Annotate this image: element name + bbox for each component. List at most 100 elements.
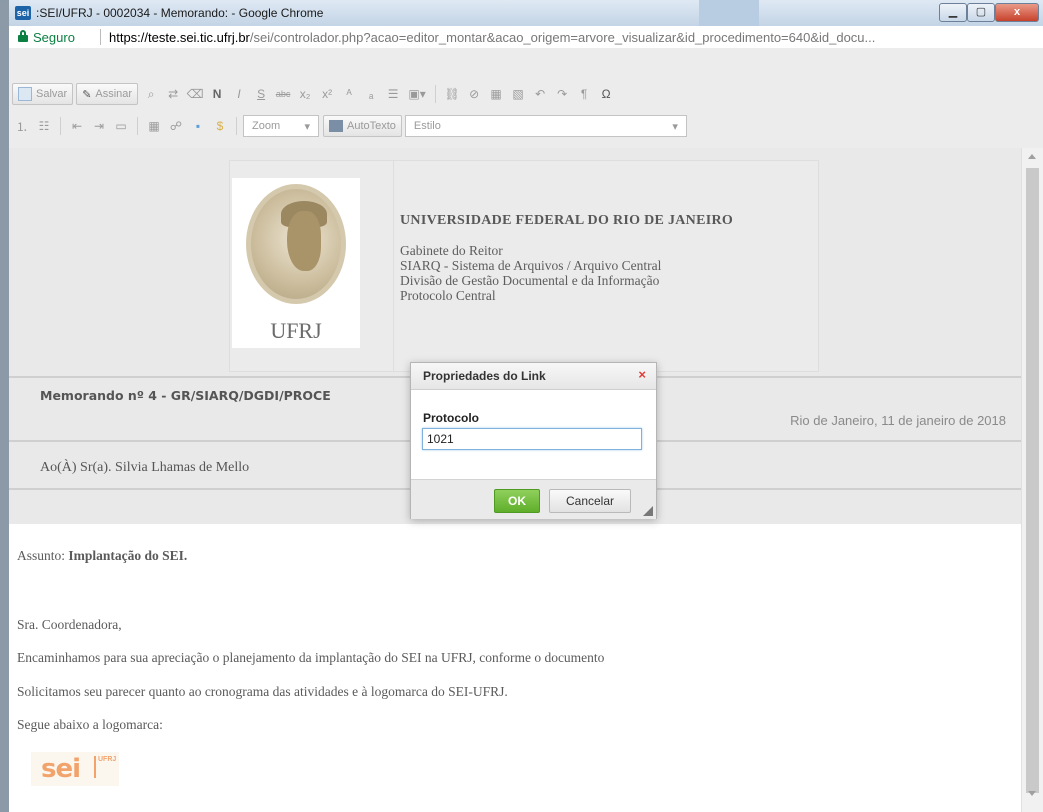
titlebar-highlight — [699, 0, 759, 26]
save-label: Salvar — [36, 88, 68, 100]
window-frame-left — [0, 0, 9, 812]
chevron-down-icon: ▾ — [672, 120, 678, 133]
zoom-label: Zoom — [252, 120, 281, 132]
sei-link-icon[interactable]: ▪ — [188, 115, 208, 137]
address-separator — [100, 29, 101, 45]
maximize-button[interactable]: ▢ — [967, 3, 995, 22]
ok-button[interactable]: OK — [494, 489, 540, 513]
sign-button[interactable]: ✎ Assinar — [76, 83, 139, 105]
lock-icon — [18, 30, 28, 42]
scroll-up-icon[interactable] — [1028, 154, 1036, 159]
letterhead-text: UNIVERSIDADE FEDERAL DO RIO DE JANEIRO G… — [400, 213, 733, 303]
protocol-input[interactable] — [422, 428, 642, 450]
sei-logo-text: sei — [41, 754, 81, 784]
cancel-button[interactable]: Cancelar — [549, 489, 631, 513]
image-icon[interactable]: ▭ — [111, 115, 131, 137]
department-line: SIARQ - Sistema de Arquivos / Arquivo Ce… — [400, 258, 662, 273]
university-name: UNIVERSIDADE FEDERAL DO RIO DE JANEIRO — [400, 213, 734, 228]
paragraph-icon[interactable]: ¶ — [574, 83, 594, 105]
link-icon[interactable]: ⛓ — [442, 83, 462, 105]
sei-logo-side-text: UFRJ — [94, 756, 116, 778]
memo-number: Memorando nº 4 - GR/SIARQ/DGDI/PROCE — [40, 388, 331, 403]
indent-icon[interactable]: ⇥ — [89, 115, 109, 137]
font-size-up-icon[interactable]: ᴬ — [339, 83, 359, 105]
department-line: Protocolo Central — [400, 288, 496, 303]
superscript-icon[interactable]: x² — [317, 83, 337, 105]
special-char-icon[interactable]: Ω — [596, 83, 616, 105]
autotext-icon — [329, 120, 343, 132]
save-icon — [18, 87, 32, 101]
url-text[interactable]: https://teste.sei.tic.ufrj.br/sei/contro… — [109, 30, 875, 45]
addressee: Ao(À) Sr(a). Silvia Lhamas de Mello — [40, 460, 250, 475]
protocol-label: Protocolo — [423, 411, 479, 425]
grid-icon[interactable]: ▦ — [144, 115, 164, 137]
ufrj-medallion-icon — [246, 184, 346, 304]
minimize-icon: ▁ — [948, 6, 958, 18]
underline-icon[interactable]: S — [251, 83, 271, 105]
scrollbar-thumb[interactable] — [1026, 168, 1039, 793]
find-icon[interactable]: ⌕ — [141, 83, 161, 105]
pen-icon: ✎ — [82, 88, 92, 101]
greeting: Sra. Coordenadora, — [17, 617, 122, 632]
subject-line: Assunto: Implantação do SEI. — [17, 548, 187, 564]
subject-value: Implantação do SEI. — [68, 548, 188, 563]
paragraph: Segue abaixo a logomarca: — [17, 717, 163, 732]
editor-scrollbar[interactable] — [1021, 148, 1043, 812]
zoom-select[interactable]: Zoom ▾ — [243, 115, 319, 137]
undo-icon[interactable]: ↶ — [530, 83, 550, 105]
sei-app-icon: sei — [15, 6, 31, 20]
redo-icon[interactable]: ↷ — [552, 83, 572, 105]
minimize-button[interactable]: ▁ — [939, 3, 967, 22]
address-bar[interactable]: Seguro https://teste.sei.tic.ufrj.br/sei… — [9, 26, 1043, 49]
outdent-icon[interactable]: ⇤ — [67, 115, 87, 137]
toolbar-row-2: ⒈ ☷ ⇤ ⇥ ▭ ▦ ☍ ▪ $ Zoom ▾ AutoTexto Estilo… — [12, 113, 691, 139]
url-host: https://teste.sei.tic.ufrj.br — [109, 30, 250, 45]
autotext-label: AutoTexto — [347, 120, 396, 132]
toolbar-separator — [236, 117, 237, 135]
table-icon[interactable]: ▦ — [486, 83, 506, 105]
binoculars-icon[interactable]: ☍ — [166, 115, 186, 137]
unlink-icon[interactable]: ⊘ — [464, 83, 484, 105]
scroll-down-icon[interactable] — [1028, 791, 1036, 796]
dialog-title: Propriedades do Link — [423, 369, 546, 383]
chevron-down-icon: ▾ — [304, 120, 310, 133]
numbered-list-icon[interactable]: ⒈ — [12, 115, 32, 137]
dialog-close-icon[interactable]: × — [638, 367, 646, 382]
link-properties-dialog: Propriedades do Link × Protocolo OK Canc… — [410, 362, 657, 519]
line-height-icon[interactable]: ☰ — [383, 83, 403, 105]
bold-icon[interactable]: N — [207, 83, 227, 105]
department-line: Gabinete do Reitor — [400, 243, 503, 258]
url-path: /sei/controlador.php?acao=editor_montar&… — [249, 30, 876, 45]
font-size-down-icon[interactable]: ₐ — [361, 83, 381, 105]
style-label: Estilo — [413, 120, 441, 132]
image-edit-icon[interactable]: ▧ — [508, 83, 528, 105]
bullet-list-icon[interactable]: ☷ — [34, 115, 54, 137]
style-select[interactable]: Estilo ▾ — [404, 115, 687, 137]
subject-label: Assunto: — [17, 548, 69, 563]
toolbar-row-1: Salvar ✎ Assinar ⌕ ⇄ ⌫ N I S abc x₂ x² ᴬ … — [12, 81, 618, 107]
dollar-icon[interactable]: $ — [210, 115, 230, 137]
autotext-button[interactable]: AutoTexto — [323, 115, 402, 137]
window-titlebar[interactable]: sei :SEI/UFRJ - 0002034 - Memorando: - G… — [9, 0, 1043, 27]
strikethrough-icon[interactable]: abc — [273, 83, 293, 105]
toolbar-separator — [137, 117, 138, 135]
logo-cell: UFRJ — [230, 161, 394, 371]
replace-icon[interactable]: ⇄ — [163, 83, 183, 105]
dialog-titlebar[interactable]: Propriedades do Link × — [411, 363, 656, 390]
paragraph: Encaminhamos para sua apreciação o plane… — [17, 650, 605, 665]
date-line: Rio de Janeiro, 11 de janeiro de 2018 — [790, 413, 1006, 428]
save-button[interactable]: Salvar — [12, 83, 74, 105]
ufrj-logo: UFRJ — [232, 178, 360, 348]
toolbar-separator — [60, 117, 61, 135]
department-line: Divisão de Gestão Documental e da Inform… — [400, 273, 660, 288]
close-icon: x — [1013, 6, 1021, 18]
subscript-icon[interactable]: x₂ — [295, 83, 315, 105]
secure-label: Seguro — [33, 30, 75, 45]
resize-handle-icon[interactable] — [643, 506, 653, 516]
close-window-button[interactable]: x — [995, 3, 1039, 22]
text-color-icon[interactable]: ▣▾ — [405, 83, 429, 105]
sign-label: Assinar — [95, 88, 133, 100]
maximize-icon: ▢ — [975, 6, 987, 18]
italic-icon[interactable]: I — [229, 83, 249, 105]
eraser-icon[interactable]: ⌫ — [185, 83, 205, 105]
